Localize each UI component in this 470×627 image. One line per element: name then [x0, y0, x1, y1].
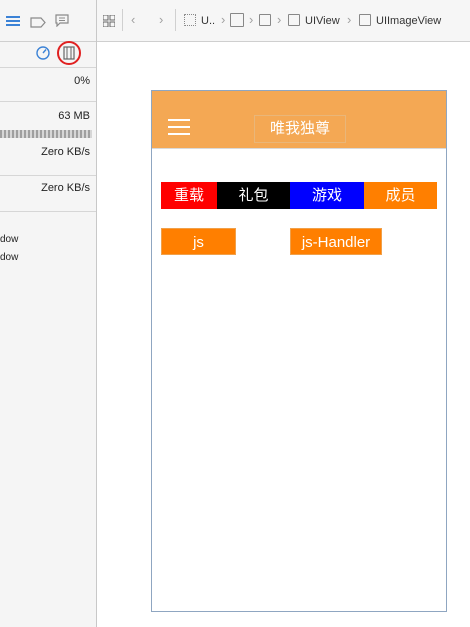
navigation-bar: 唯我独尊 [152, 91, 446, 149]
memory-bar [0, 130, 92, 138]
list-icon[interactable] [6, 15, 20, 29]
js-handler-button[interactable]: js-Handler [290, 228, 382, 255]
tab-game[interactable]: 游戏 [290, 182, 364, 209]
gauge-icon[interactable] [36, 46, 50, 65]
project-icon [184, 14, 196, 26]
js-button[interactable]: js [161, 228, 236, 255]
forward-icon[interactable]: › [159, 12, 163, 27]
page-title: 唯我独尊 [254, 115, 346, 143]
uiview-icon [288, 14, 300, 26]
thread-item[interactable]: dow [0, 234, 18, 245]
navigator-toolbar [0, 0, 96, 42]
uiimageview-icon [359, 14, 371, 26]
tab-gift[interactable]: 礼包 [217, 182, 290, 209]
back-icon[interactable]: ‹ [131, 12, 135, 27]
jumpbar-item-uiimageview[interactable]: UIImageView [376, 15, 441, 27]
network-value: Zero KB/s [41, 182, 90, 194]
jumpbar-item-uiview[interactable]: UIView [305, 15, 340, 27]
memory-value: 63 MB [58, 110, 90, 122]
jumpbar-item[interactable]: U.. [201, 15, 215, 27]
chevron-right-icon: › [249, 12, 254, 27]
menu-icon[interactable] [168, 119, 190, 136]
cpu-value: 0% [74, 75, 90, 87]
view-icon[interactable] [259, 14, 271, 26]
thread-item[interactable]: dow [0, 252, 18, 263]
chevron-right-icon: › [221, 12, 226, 27]
debug-navigator: 0% 63 MB Zero KB/s Zero KB/s dow dow [0, 0, 97, 627]
tab-members[interactable]: 成员 [364, 182, 437, 209]
tab-reload[interactable]: 重载 [161, 182, 217, 209]
chevron-right-icon: › [347, 12, 352, 27]
disk-value: Zero KB/s [41, 146, 90, 158]
device-view[interactable]: 唯我独尊 重载 礼包 游戏 成员 js js-Handler [151, 90, 447, 612]
view-debugger-icon[interactable] [55, 41, 83, 70]
chevron-right-icon: › [277, 12, 282, 27]
breakpoint-icon[interactable] [30, 15, 46, 33]
window-icon[interactable] [230, 13, 244, 27]
jump-bar: ‹ › U.. › › › UIView › UIImageView [97, 0, 470, 42]
related-items-icon[interactable] [102, 14, 116, 32]
comment-icon[interactable] [55, 14, 69, 32]
